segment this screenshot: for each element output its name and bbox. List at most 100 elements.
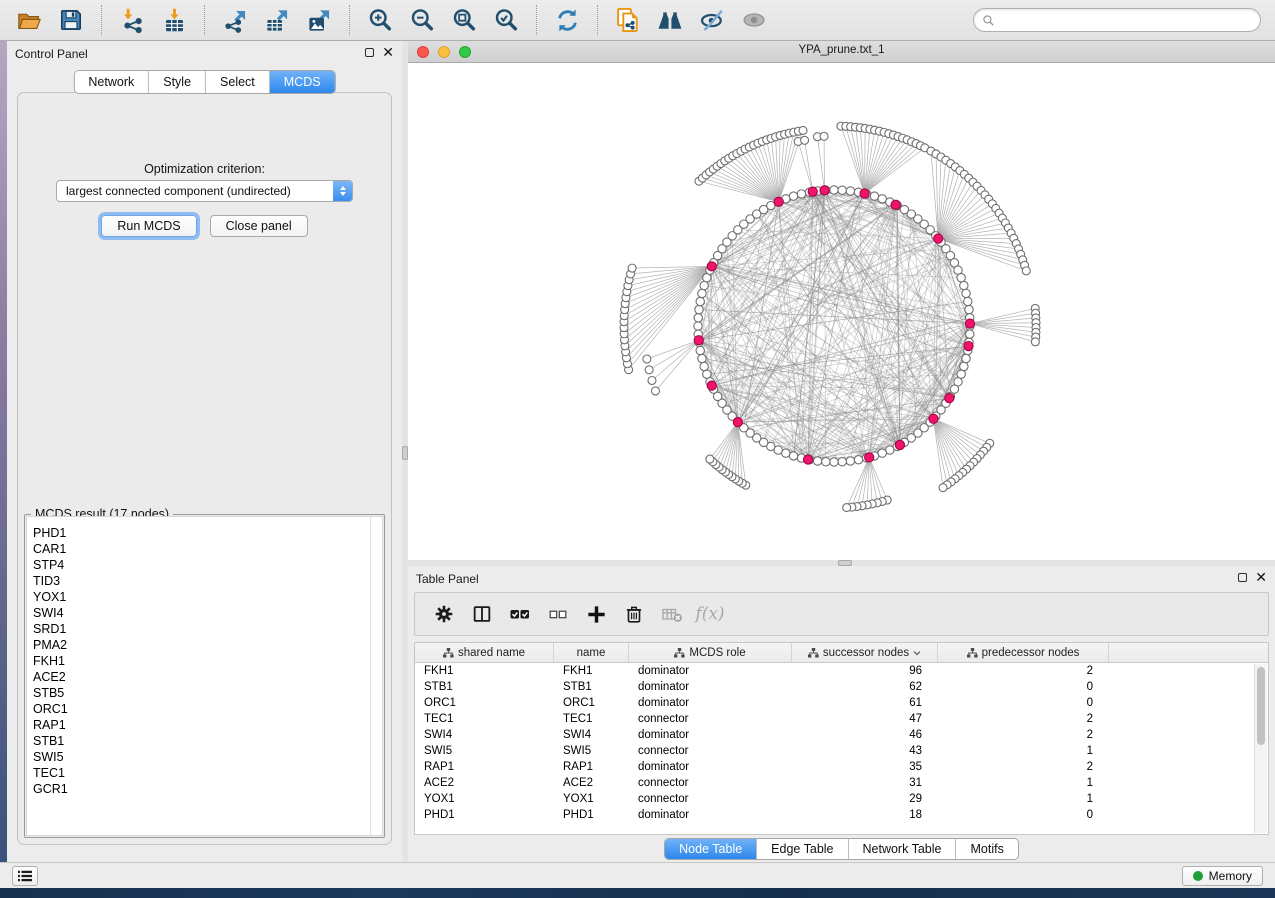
table-row[interactable]: PHD1PHD1dominator180: [415, 807, 1268, 823]
list-item[interactable]: STB5: [33, 685, 370, 701]
show-all-icon[interactable]: [738, 4, 770, 36]
table-row[interactable]: SWI5SWI5connector431: [415, 743, 1268, 759]
zoom-selected-icon[interactable]: [490, 4, 522, 36]
graph-node[interactable]: [846, 457, 854, 465]
table-row[interactable]: SWI4SWI4dominator462: [415, 727, 1268, 743]
graph-leaf-node[interactable]: [628, 264, 636, 272]
zoom-out-icon[interactable]: [406, 4, 438, 36]
graph-leaf-node[interactable]: [706, 455, 714, 463]
graph-hub-node[interactable]: [820, 186, 829, 195]
graph-leaf-node[interactable]: [643, 355, 651, 363]
list-item[interactable]: FKH1: [33, 653, 370, 669]
export-table-icon[interactable]: [261, 4, 293, 36]
graph-node[interactable]: [838, 458, 846, 466]
tab-network-table[interactable]: Network Table: [848, 839, 956, 859]
clone-network-icon[interactable]: [612, 4, 644, 36]
tab-node-table[interactable]: Node Table: [665, 839, 756, 859]
graph-node[interactable]: [789, 452, 797, 460]
graph-hub-node[interactable]: [929, 414, 938, 423]
graph-node[interactable]: [957, 274, 965, 282]
list-item[interactable]: SWI4: [33, 605, 370, 621]
graph-node[interactable]: [830, 186, 838, 194]
export-image-icon[interactable]: [303, 4, 335, 36]
tab-select[interactable]: Select: [205, 71, 269, 93]
network-canvas[interactable]: [408, 63, 1275, 560]
column-header[interactable]: MCDS role: [629, 643, 792, 662]
graph-node[interactable]: [960, 281, 968, 289]
graph-node[interactable]: [838, 186, 846, 194]
graph-hub-node[interactable]: [707, 262, 716, 271]
graph-hub-node[interactable]: [803, 455, 812, 464]
select-all-icon[interactable]: [505, 599, 535, 629]
add-column-icon[interactable]: [581, 599, 611, 629]
graph-node[interactable]: [846, 187, 854, 195]
search-input[interactable]: [1000, 13, 1252, 27]
graph-hub-node[interactable]: [891, 200, 900, 209]
graph-leaf-node[interactable]: [843, 504, 851, 512]
graph-leaf-node[interactable]: [801, 136, 809, 144]
graph-leaf-node[interactable]: [651, 387, 659, 395]
table-scrollbar-thumb[interactable]: [1257, 667, 1265, 745]
column-header[interactable]: name: [554, 643, 629, 662]
column-header[interactable]: successor nodes: [792, 643, 938, 662]
list-item[interactable]: PHD1: [33, 525, 370, 541]
graph-node[interactable]: [694, 322, 702, 330]
graph-node[interactable]: [960, 362, 968, 370]
list-item[interactable]: SRD1: [33, 621, 370, 637]
graph-node[interactable]: [965, 305, 973, 313]
graph-node[interactable]: [964, 297, 972, 305]
network-graph[interactable]: [408, 63, 1275, 560]
graph-node[interactable]: [698, 354, 706, 362]
graph-node[interactable]: [703, 370, 711, 378]
graph-node[interactable]: [696, 346, 704, 354]
graph-leaf-node[interactable]: [1022, 267, 1030, 275]
graph-node[interactable]: [966, 330, 974, 338]
graph-hub-node[interactable]: [945, 393, 954, 402]
deselect-all-icon[interactable]: [543, 599, 573, 629]
list-item[interactable]: STB1: [33, 733, 370, 749]
export-network-icon[interactable]: [219, 4, 251, 36]
refresh-layout-icon[interactable]: [551, 4, 583, 36]
tab-style[interactable]: Style: [148, 71, 205, 93]
graph-node[interactable]: [870, 192, 878, 200]
graph-node[interactable]: [797, 190, 805, 198]
binoculars-icon[interactable]: [654, 4, 686, 36]
save-session-icon[interactable]: [55, 4, 87, 36]
close-panel-button[interactable]: Close panel: [210, 215, 308, 237]
graph-node[interactable]: [830, 458, 838, 466]
optimization-criterion-select[interactable]: largest connected component (undirected): [56, 180, 353, 202]
graph-node[interactable]: [878, 449, 886, 457]
float-panel-icon[interactable]: [365, 48, 374, 57]
list-item[interactable]: RAP1: [33, 717, 370, 733]
zoom-in-icon[interactable]: [364, 4, 396, 36]
task-history-button[interactable]: [12, 866, 38, 886]
tab-network[interactable]: Network: [74, 71, 148, 93]
graph-leaf-node[interactable]: [939, 484, 947, 492]
graph-leaf-node[interactable]: [799, 126, 807, 134]
table-row[interactable]: RAP1RAP1dominator352: [415, 759, 1268, 775]
list-item[interactable]: ACE2: [33, 669, 370, 685]
memory-button[interactable]: Memory: [1182, 866, 1263, 886]
tab-edge-table[interactable]: Edge Table: [756, 839, 847, 859]
graph-node[interactable]: [698, 289, 706, 297]
graph-hub-node[interactable]: [733, 418, 742, 427]
graph-node[interactable]: [694, 314, 702, 322]
list-item[interactable]: TEC1: [33, 765, 370, 781]
graph-node[interactable]: [854, 456, 862, 464]
delete-column-trash-icon[interactable]: [619, 599, 649, 629]
table-row[interactable]: STB1STB1dominator620: [415, 679, 1268, 695]
graph-leaf-node[interactable]: [645, 366, 653, 374]
table-row[interactable]: ACE2ACE2connector311: [415, 775, 1268, 791]
column-header[interactable]: predecessor nodes: [938, 643, 1109, 662]
list-item[interactable]: GCR1: [33, 781, 370, 797]
list-item[interactable]: ORC1: [33, 701, 370, 717]
search-field[interactable]: [973, 8, 1261, 32]
close-panel-icon[interactable]: ✕: [382, 47, 394, 57]
list-item[interactable]: SWI5: [33, 749, 370, 765]
hide-selected-icon[interactable]: [696, 4, 728, 36]
graph-node[interactable]: [962, 354, 970, 362]
graph-leaf-node[interactable]: [648, 376, 656, 384]
open-file-icon[interactable]: [13, 4, 45, 36]
table-settings-gear-icon[interactable]: [429, 599, 459, 629]
graph-hub-node[interactable]: [865, 453, 874, 462]
